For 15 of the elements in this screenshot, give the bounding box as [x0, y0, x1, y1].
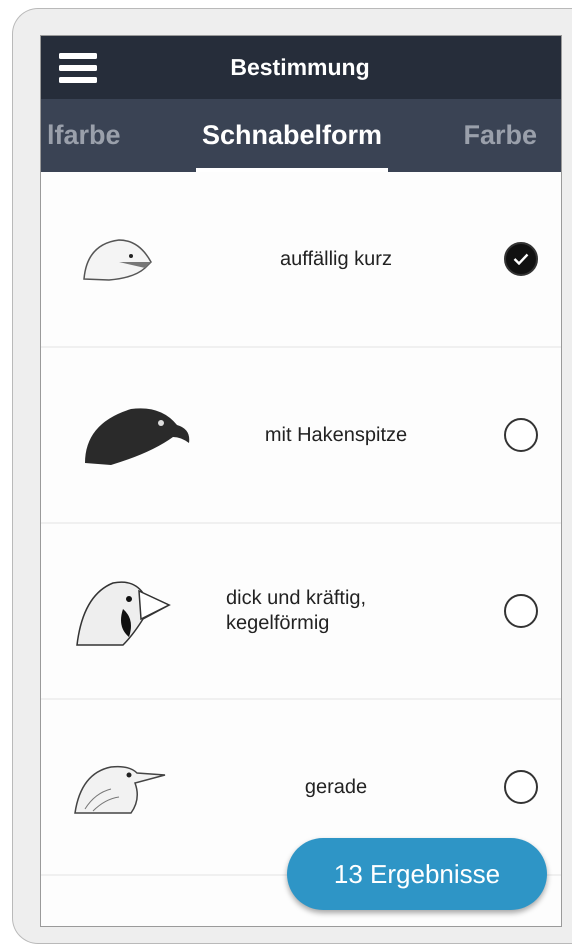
option-label: mit Hakenspitze — [264, 422, 408, 448]
tab[interactable]: lfarbe — [41, 99, 127, 172]
menu-icon[interactable] — [59, 52, 97, 84]
check-icon — [513, 253, 529, 265]
radio-button[interactable] — [504, 594, 538, 628]
results-button[interactable]: 13 Ergebnisse — [287, 838, 547, 910]
option-label: dick und kräftig, kegelförmig — [226, 586, 368, 636]
radio-button[interactable] — [504, 418, 538, 452]
radio-button[interactable] — [504, 770, 538, 804]
radio-button[interactable] — [504, 242, 538, 276]
screen-title: Bestimmung — [229, 54, 371, 81]
tab[interactable]: Farbe — [457, 99, 543, 172]
option-label: gerade — [304, 774, 368, 800]
tab[interactable]: Schnabelform — [196, 99, 388, 172]
option-label: auffällig kurz — [280, 246, 392, 272]
